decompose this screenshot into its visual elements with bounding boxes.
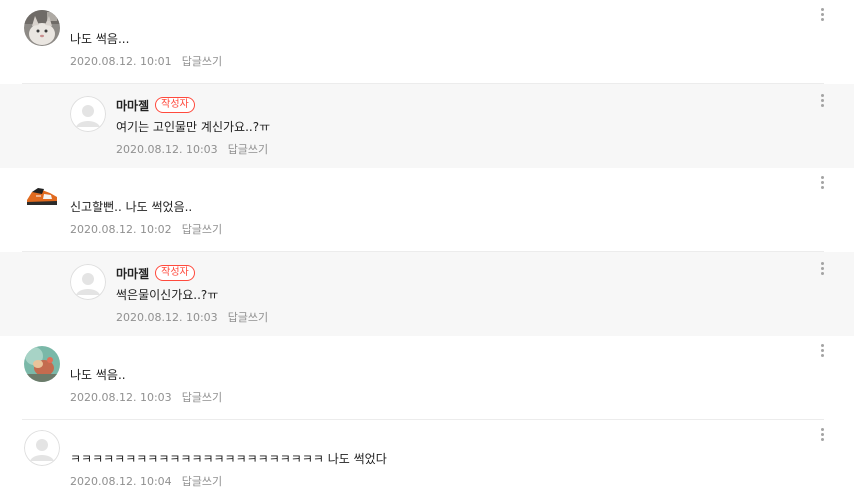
author-name[interactable]: 마마젤 xyxy=(116,265,149,282)
figure-photo-avatar[interactable] xyxy=(24,346,60,382)
comment-text: 썩은물이신가요..?ㅠ xyxy=(116,288,219,302)
comment-text: 신고할뻔.. 나도 썩었음.. xyxy=(70,200,193,214)
reply-button[interactable]: 답글쓰기 xyxy=(182,475,222,488)
more-options-icon[interactable] xyxy=(818,262,826,280)
comment-meta: 2020.08.12. 10:03 답글쓰기 xyxy=(116,143,270,157)
author-badge: 작성자 xyxy=(155,265,195,281)
sneaker-photo-avatar[interactable] xyxy=(24,178,60,214)
comment-meta: 2020.08.12. 10:04 답글쓰기 xyxy=(70,475,387,489)
more-options-icon[interactable] xyxy=(818,344,826,362)
comment-content: 마마젤 작성자 썩은물이신가요..?ㅠ 2020.08.12. 10:03 답글쓰… xyxy=(116,264,268,325)
reply-button[interactable]: 답글쓰기 xyxy=(228,143,268,156)
reply-button[interactable]: 답글쓰기 xyxy=(182,391,222,404)
comment-text: ㅋㅋㅋㅋㅋㅋㅋㅋㅋㅋㅋㅋㅋㅋㅋㅋㅋㅋㅋㅋㅋㅋㅋ 나도 썩었다 xyxy=(70,452,387,466)
comment-date: 2020.08.12. 10:02 xyxy=(70,223,172,236)
comment-list: 나도 썩음... 2020.08.12. 10:01 답글쓰기 마마젤 작성자 여… xyxy=(0,0,854,504)
reply-item: 마마젤 작성자 여기는 고인물만 계신가요..?ㅠ 2020.08.12. 10… xyxy=(0,84,854,168)
comment-meta: 2020.08.12. 10:03 답글쓰기 xyxy=(70,391,222,405)
comment-date: 2020.08.12. 10:03 xyxy=(116,311,218,324)
comment-content: 나도 썩음.. 2020.08.12. 10:03 답글쓰기 xyxy=(70,366,222,405)
default-avatar[interactable] xyxy=(24,430,60,466)
author-line: 마마젤 작성자 xyxy=(116,264,268,282)
reply-button[interactable]: 답글쓰기 xyxy=(182,223,222,236)
more-options-icon[interactable] xyxy=(818,428,826,446)
author-name[interactable]: 마마젤 xyxy=(116,97,149,114)
more-options-icon[interactable] xyxy=(818,8,826,26)
cat-photo-avatar[interactable] xyxy=(24,10,60,46)
comment-text: 여기는 고인물만 계신가요..?ㅠ xyxy=(116,120,271,134)
more-options-icon[interactable] xyxy=(818,94,826,112)
comment-text: 나도 썩음.. xyxy=(70,368,126,382)
default-avatar[interactable] xyxy=(70,264,106,300)
comment-content: 나도 썩음... 2020.08.12. 10:01 답글쓰기 xyxy=(70,30,222,69)
comment-content: 신고할뻔.. 나도 썩었음.. 2020.08.12. 10:02 답글쓰기 xyxy=(70,198,222,237)
more-options-icon[interactable] xyxy=(818,176,826,194)
comment-date: 2020.08.12. 10:03 xyxy=(70,391,172,404)
comment-text: 나도 썩음... xyxy=(70,32,130,46)
comment-item: 신고할뻔.. 나도 썩었음.. 2020.08.12. 10:02 답글쓰기 xyxy=(0,168,854,252)
comment-meta: 2020.08.12. 10:03 답글쓰기 xyxy=(116,311,268,325)
default-avatar[interactable] xyxy=(70,96,106,132)
reply-button[interactable]: 답글쓰기 xyxy=(182,55,222,68)
comment-meta: 2020.08.12. 10:01 답글쓰기 xyxy=(70,55,222,69)
comment-item: ㅋㅋㅋㅋㅋㅋㅋㅋㅋㅋㅋㅋㅋㅋㅋㅋㅋㅋㅋㅋㅋㅋㅋ 나도 썩었다 2020.08.1… xyxy=(0,420,854,504)
author-line: 마마젤 작성자 xyxy=(116,96,270,114)
reply-button[interactable]: 답글쓰기 xyxy=(228,311,268,324)
comment-content: ㅋㅋㅋㅋㅋㅋㅋㅋㅋㅋㅋㅋㅋㅋㅋㅋㅋㅋㅋㅋㅋㅋㅋ 나도 썩었다 2020.08.1… xyxy=(70,450,387,489)
comment-date: 2020.08.12. 10:03 xyxy=(116,143,218,156)
comment-item: 나도 썩음... 2020.08.12. 10:01 답글쓰기 xyxy=(0,0,854,84)
comment-date: 2020.08.12. 10:01 xyxy=(70,55,172,68)
reply-item: 마마젤 작성자 썩은물이신가요..?ㅠ 2020.08.12. 10:03 답글쓰… xyxy=(0,252,854,336)
comment-date: 2020.08.12. 10:04 xyxy=(70,475,172,488)
comment-item: 나도 썩음.. 2020.08.12. 10:03 답글쓰기 xyxy=(0,336,854,420)
author-badge: 작성자 xyxy=(155,97,195,113)
comment-meta: 2020.08.12. 10:02 답글쓰기 xyxy=(70,223,222,237)
comment-content: 마마젤 작성자 여기는 고인물만 계신가요..?ㅠ 2020.08.12. 10… xyxy=(116,96,270,157)
